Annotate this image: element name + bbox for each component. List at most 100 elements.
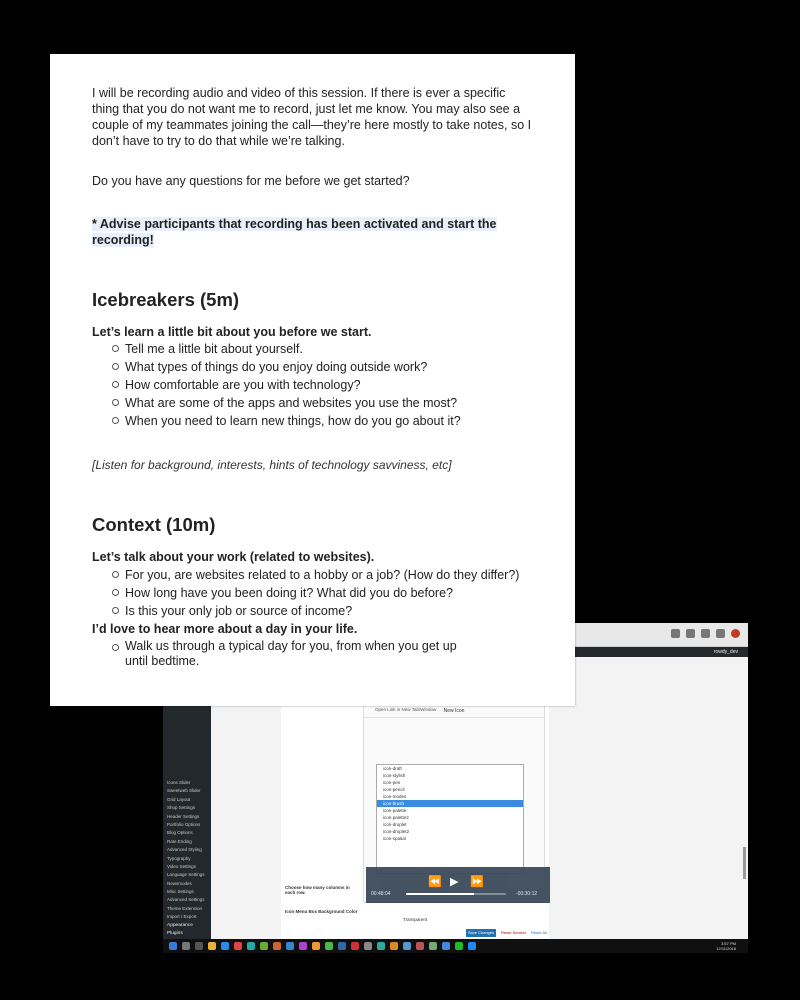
- listen-note: [Listen for background, interests, hints…: [92, 458, 452, 472]
- windows-taskbar: 3:57 PM 12/11/2018: [163, 939, 748, 953]
- sidebar-item[interactable]: Rate Ending: [163, 838, 211, 846]
- sidebar-main-item[interactable]: Appearance: [163, 922, 211, 930]
- play-icon[interactable]: ▶: [450, 875, 458, 888]
- windows-start-icon[interactable]: [169, 942, 177, 950]
- dropdown-option[interactable]: icon-brush: [377, 800, 523, 807]
- dropdown-option[interactable]: icon-pencil: [377, 786, 523, 793]
- dropdown-option[interactable]: icon-draft: [377, 765, 523, 772]
- dropdown-option[interactable]: icon-stylish: [377, 772, 523, 779]
- app-icon[interactable]: [286, 942, 294, 950]
- list-item-text: When you need to learn new things, how d…: [125, 414, 461, 428]
- icebreakers-heading: Icebreakers (5m): [92, 289, 240, 310]
- clock-date: 12/11/2018: [716, 946, 736, 951]
- browser-extension-icons: [671, 629, 740, 638]
- extension-icon[interactable]: [716, 629, 725, 638]
- sidebar-item[interactable]: Typography: [163, 855, 211, 863]
- icon-dropdown-list[interactable]: icon-draft icon-stylish icon-pen icon-penci…: [376, 764, 524, 874]
- dropdown-option[interactable]: icon-palette: [377, 807, 523, 814]
- admin-user-label[interactable]: rowdy_dev: [714, 649, 738, 655]
- bullet-circle-icon: [112, 571, 119, 578]
- sidebar-item[interactable]: Advanced Styling: [163, 846, 211, 854]
- app-icon[interactable]: [312, 942, 320, 950]
- sidebar-item[interactable]: Video Settings: [163, 863, 211, 871]
- folder-icon[interactable]: [208, 942, 216, 950]
- dropdown-option[interactable]: icon-droplet: [377, 821, 523, 828]
- icebreakers-list: Tell me a little bit about yourself. Wha…: [112, 340, 461, 430]
- reset-section-button[interactable]: Reset Section: [501, 930, 526, 935]
- dropdown-option[interactable]: icon-palette2: [377, 814, 523, 821]
- star-icon[interactable]: [671, 629, 680, 638]
- extension-icon[interactable]: [686, 629, 695, 638]
- sidebar-item[interactable]: Portfolio Options: [163, 821, 211, 829]
- list-item: For you, are websites related to a hobby…: [112, 566, 519, 584]
- sidebar-item[interactable]: Sweetweb Slider: [163, 787, 211, 795]
- player-progress-bar[interactable]: [406, 893, 506, 895]
- app-icon[interactable]: [299, 942, 307, 950]
- sidebar-item[interactable]: Newsmodes: [163, 880, 211, 888]
- sidebar-item[interactable]: Advanced Settings: [163, 896, 211, 904]
- edge-icon[interactable]: [221, 942, 229, 950]
- context-day-list: Walk us through a typical day for you, f…: [112, 639, 482, 669]
- rewind-icon[interactable]: ⏪: [428, 875, 442, 888]
- sidebar-item[interactable]: Shop Settings: [163, 804, 211, 812]
- chrome-icon[interactable]: [234, 942, 242, 950]
- app-icon[interactable]: [468, 942, 476, 950]
- intro-paragraph: I will be recording audio and video of t…: [92, 86, 532, 148]
- app-icon[interactable]: [403, 942, 411, 950]
- box-bg-label: Icon Menu Box Background Color: [285, 909, 358, 914]
- list-item: Is this your only job or source of incom…: [112, 602, 519, 620]
- list-item-text: Walk us through a typical day for you, f…: [125, 639, 457, 668]
- app-icon[interactable]: [429, 942, 437, 950]
- search-icon[interactable]: [182, 942, 190, 950]
- app-icon[interactable]: [325, 942, 333, 950]
- interview-script-page: I will be recording audio and video of t…: [50, 54, 575, 706]
- list-item: Walk us through a typical day for you, f…: [112, 639, 482, 669]
- app-icon[interactable]: [351, 942, 359, 950]
- reset-all-button[interactable]: Reset All: [531, 930, 547, 935]
- taskbar-clock[interactable]: 3:57 PM 12/11/2018: [716, 941, 736, 951]
- dropdown-option[interactable]: icon-spatial: [377, 835, 523, 842]
- app-icon[interactable]: [338, 942, 346, 950]
- open-link-label[interactable]: Open Link in New Tab/Window: [375, 707, 436, 712]
- app-icon[interactable]: [455, 942, 463, 950]
- profile-avatar-icon[interactable]: [731, 629, 740, 638]
- sidebar-item[interactable]: Blog Options: [163, 829, 211, 837]
- app-icon[interactable]: [364, 942, 372, 950]
- context-heading: Context (10m): [92, 514, 216, 535]
- sidebar-item[interactable]: Icons Slider: [163, 779, 211, 787]
- app-icon[interactable]: [247, 942, 255, 950]
- app-icon[interactable]: [416, 942, 424, 950]
- dropdown-option[interactable]: icon-modes: [377, 793, 523, 800]
- question-text: Do you have any questions for me before …: [92, 174, 410, 188]
- app-icon[interactable]: [390, 942, 398, 950]
- scrollbar-thumb[interactable]: [743, 847, 746, 879]
- fast-forward-icon[interactable]: ⏩: [470, 875, 484, 888]
- sidebar-item[interactable]: Theme Extension: [163, 905, 211, 913]
- sidebar-item[interactable]: Language Settings: [163, 871, 211, 879]
- save-changes-button[interactable]: Save Changes: [466, 929, 496, 937]
- app-icon[interactable]: [442, 942, 450, 950]
- advise-note: * Advise participants that recording has…: [92, 216, 532, 248]
- sidebar-main-item[interactable]: Plugins: [163, 930, 211, 938]
- sidebar-item[interactable]: Import / Export: [163, 913, 211, 921]
- extension-icon[interactable]: [701, 629, 710, 638]
- list-item-text: How comfortable are you with technology?: [125, 378, 361, 392]
- context-lead-work: Let’s talk about your work (related to w…: [92, 550, 375, 564]
- task-view-icon[interactable]: [195, 942, 203, 950]
- sidebar-item[interactable]: Misc Settings: [163, 888, 211, 896]
- app-icon[interactable]: [273, 942, 281, 950]
- sidebar-item[interactable]: Header Settings: [163, 813, 211, 821]
- dropdown-option[interactable]: icon-pen: [377, 779, 523, 786]
- context-work-list: For you, are websites related to a hobby…: [112, 566, 519, 620]
- app-icon[interactable]: [377, 942, 385, 950]
- list-item: How long have you been doing it? What di…: [112, 584, 519, 602]
- bullet-circle-icon: [112, 345, 119, 352]
- dropdown-option[interactable]: icon-droplet2: [377, 828, 523, 835]
- transparent-label[interactable]: Transparent: [403, 917, 427, 922]
- app-icon[interactable]: [260, 942, 268, 950]
- sidebar-item[interactable]: Grid Layout: [163, 796, 211, 804]
- list-item-text: For you, are websites related to a hobby…: [125, 568, 520, 582]
- list-item-text: Tell me a little bit about yourself.: [125, 342, 303, 356]
- context-lead-day: I’d love to hear more about a day in you…: [92, 622, 358, 636]
- bullet-circle-icon: [112, 607, 119, 614]
